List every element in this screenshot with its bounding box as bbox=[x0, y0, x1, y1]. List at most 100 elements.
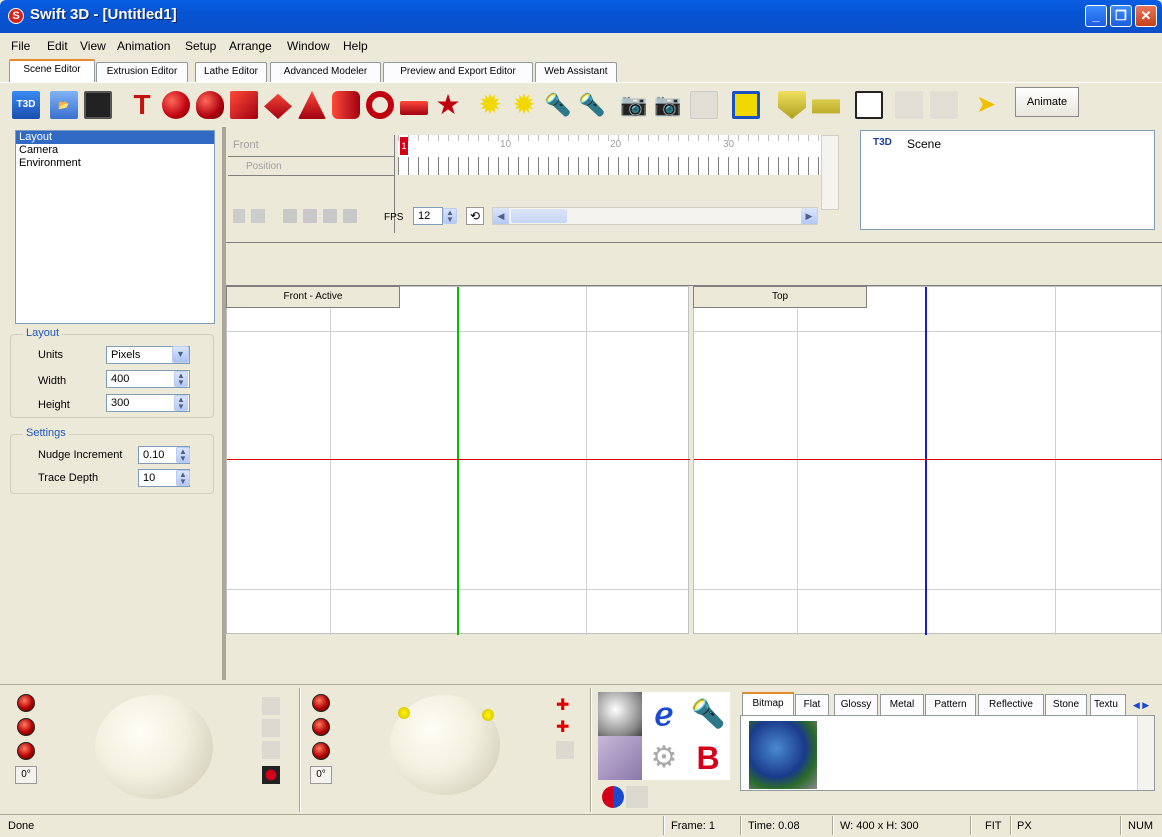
mat-tab-stone[interactable]: Stone bbox=[1045, 694, 1087, 716]
mat-tab-glossy[interactable]: Glossy bbox=[834, 694, 878, 716]
menu-edit[interactable]: Edit bbox=[47, 39, 68, 53]
open-scene-icon[interactable]: 📂 bbox=[50, 91, 78, 119]
tab-scroll-arrows-icon[interactable]: ◀ ▶ bbox=[1126, 696, 1156, 714]
timeline-vscroll[interactable] bbox=[821, 135, 839, 210]
lighting-gallery-icon[interactable]: 🔦 bbox=[686, 692, 730, 736]
tab-scene-editor[interactable]: Scene Editor bbox=[9, 59, 95, 82]
material-swatch-area[interactable] bbox=[740, 715, 1155, 791]
viewport-top[interactable] bbox=[693, 286, 1162, 635]
mat-tab-bitmap[interactable]: Bitmap bbox=[742, 692, 794, 717]
group-icon[interactable] bbox=[732, 91, 760, 119]
trace-stepper-icon[interactable]: ▲ ▼ bbox=[176, 470, 190, 486]
light-rotate-x-icon[interactable] bbox=[312, 694, 330, 712]
scene-tree[interactable]: T3D Scene bbox=[860, 130, 1155, 230]
menu-setup[interactable]: Setup bbox=[185, 39, 216, 53]
light-rotate-y-icon[interactable] bbox=[312, 718, 330, 736]
tab-web-assistant[interactable]: Web Assistant bbox=[535, 62, 617, 82]
grid-preview-icon[interactable] bbox=[626, 786, 648, 808]
close-button[interactable]: ✕ bbox=[1135, 5, 1157, 27]
width-stepper-icon[interactable]: ▲ ▼ bbox=[174, 371, 188, 387]
material-gallery-icon[interactable] bbox=[598, 692, 642, 736]
tab-lathe-editor[interactable]: Lathe Editor bbox=[195, 62, 267, 82]
text-tool-icon[interactable]: T bbox=[128, 91, 156, 119]
frame-step-buttons-icon[interactable] bbox=[283, 209, 361, 223]
mat-tab-pattern[interactable]: Pattern bbox=[925, 694, 976, 716]
list-item-layout[interactable]: Layout bbox=[16, 131, 214, 144]
camera-icon[interactable]: 📷 bbox=[620, 91, 648, 119]
tab-extrusion-editor[interactable]: Extrusion Editor bbox=[96, 62, 188, 82]
point-light-icon[interactable]: ✹ bbox=[476, 91, 504, 119]
save-icon[interactable] bbox=[84, 91, 112, 119]
menu-animation[interactable]: Animation bbox=[117, 39, 170, 53]
bitmap-swatch[interactable] bbox=[749, 721, 817, 789]
add-light-icon[interactable]: ✚ bbox=[556, 697, 574, 715]
camera-target-icon[interactable]: 📷 bbox=[654, 91, 682, 119]
fps-stepper-icon[interactable]: ▲ ▼ bbox=[443, 208, 457, 224]
menu-arrange[interactable]: Arrange bbox=[229, 39, 272, 53]
cylinder-tool-icon[interactable] bbox=[332, 91, 360, 119]
height-stepper-icon[interactable]: ▲ ▼ bbox=[174, 395, 188, 411]
current-frame-marker[interactable]: 1 bbox=[400, 137, 408, 155]
select-arrow-icon[interactable]: ➤ bbox=[972, 91, 1000, 119]
reset-rotation-icon[interactable] bbox=[262, 766, 280, 784]
list-item-environment[interactable]: Environment bbox=[16, 157, 214, 170]
zoom-icon[interactable] bbox=[855, 91, 883, 119]
light-icon-4[interactable]: 🔦 bbox=[578, 91, 606, 119]
torus-tool-icon[interactable] bbox=[366, 91, 394, 119]
gear-gallery-icon[interactable]: ⚙ bbox=[642, 736, 686, 780]
rotate-x-icon[interactable] bbox=[17, 694, 35, 712]
chevron-down-icon[interactable]: ▼ bbox=[172, 346, 189, 363]
scroll-thumb[interactable] bbox=[511, 209, 567, 223]
light-icon-3[interactable]: 🔦 bbox=[544, 91, 572, 119]
track-front[interactable]: Front bbox=[233, 139, 259, 151]
rotate-z-icon[interactable] bbox=[17, 742, 35, 760]
loop-icon[interactable]: ⟲ bbox=[466, 207, 484, 225]
star-tool-icon[interactable]: ★ bbox=[434, 91, 462, 119]
light-handle-icon[interactable] bbox=[398, 707, 410, 719]
light-degree[interactable]: 0° bbox=[310, 766, 332, 784]
mat-tab-flat[interactable]: Flat bbox=[795, 694, 829, 716]
rotation-degree[interactable]: 0° bbox=[15, 766, 37, 784]
fps-field[interactable]: 12 bbox=[413, 207, 443, 225]
tab-preview-export[interactable]: Preview and Export Editor bbox=[383, 62, 533, 82]
track-position[interactable]: Position bbox=[246, 161, 282, 172]
mat-tab-texture[interactable]: Textu bbox=[1090, 694, 1126, 716]
stop-icon[interactable] bbox=[251, 209, 265, 223]
menu-file[interactable]: File bbox=[11, 39, 30, 53]
spot-light-icon[interactable]: ✹ bbox=[510, 91, 538, 119]
sphere-tool-icon[interactable] bbox=[162, 91, 190, 119]
swatch-scrollbar[interactable] bbox=[1137, 716, 1154, 790]
light-handle-icon[interactable] bbox=[482, 709, 494, 721]
cone-tool-icon[interactable] bbox=[298, 91, 326, 119]
viewport-front-label[interactable]: Front - Active bbox=[226, 286, 400, 308]
mat-tab-metal[interactable]: Metal bbox=[880, 694, 924, 716]
rotate-y-icon[interactable] bbox=[17, 718, 35, 736]
menu-view[interactable]: View bbox=[80, 39, 106, 53]
new-scene-icon[interactable]: T3D bbox=[12, 91, 40, 119]
light-rotate-z-icon[interactable] bbox=[312, 742, 330, 760]
timeline-ruler[interactable]: 10 20 30 1 bbox=[398, 135, 821, 175]
bevel-icon[interactable] bbox=[778, 91, 806, 119]
list-item-camera[interactable]: Camera bbox=[16, 144, 214, 157]
menu-help[interactable]: Help bbox=[343, 39, 368, 53]
timeline-hscroll[interactable]: ◀ ▶ bbox=[492, 207, 818, 225]
environment-gallery-icon[interactable] bbox=[598, 736, 642, 780]
maximize-button[interactable]: ❐ bbox=[1110, 5, 1132, 27]
pyramid-tool-icon[interactable] bbox=[264, 93, 292, 119]
flatten-icon[interactable] bbox=[812, 99, 840, 114]
cube-tool-icon[interactable] bbox=[230, 91, 258, 119]
play-icon[interactable] bbox=[233, 209, 245, 223]
remove-light-icon[interactable]: ✚ bbox=[556, 719, 574, 737]
hemisphere-tool-icon[interactable] bbox=[196, 91, 224, 119]
tab-advanced-modeler[interactable]: Advanced Modeler bbox=[270, 62, 381, 82]
nudge-stepper-icon[interactable]: ▲ ▼ bbox=[176, 447, 190, 463]
property-list[interactable]: Layout Camera Environment bbox=[15, 130, 215, 324]
sphere-preview-icon[interactable] bbox=[602, 786, 624, 808]
app-icon[interactable]: S bbox=[8, 8, 24, 24]
plane-tool-icon[interactable] bbox=[400, 101, 428, 115]
scene-root-label[interactable]: Scene bbox=[907, 137, 941, 151]
mat-tab-reflective[interactable]: Reflective bbox=[978, 694, 1044, 716]
keyframe-row[interactable] bbox=[398, 157, 821, 175]
animation-gallery-icon[interactable]: ℯ bbox=[642, 692, 686, 736]
minimize-button[interactable]: _ bbox=[1085, 5, 1107, 27]
